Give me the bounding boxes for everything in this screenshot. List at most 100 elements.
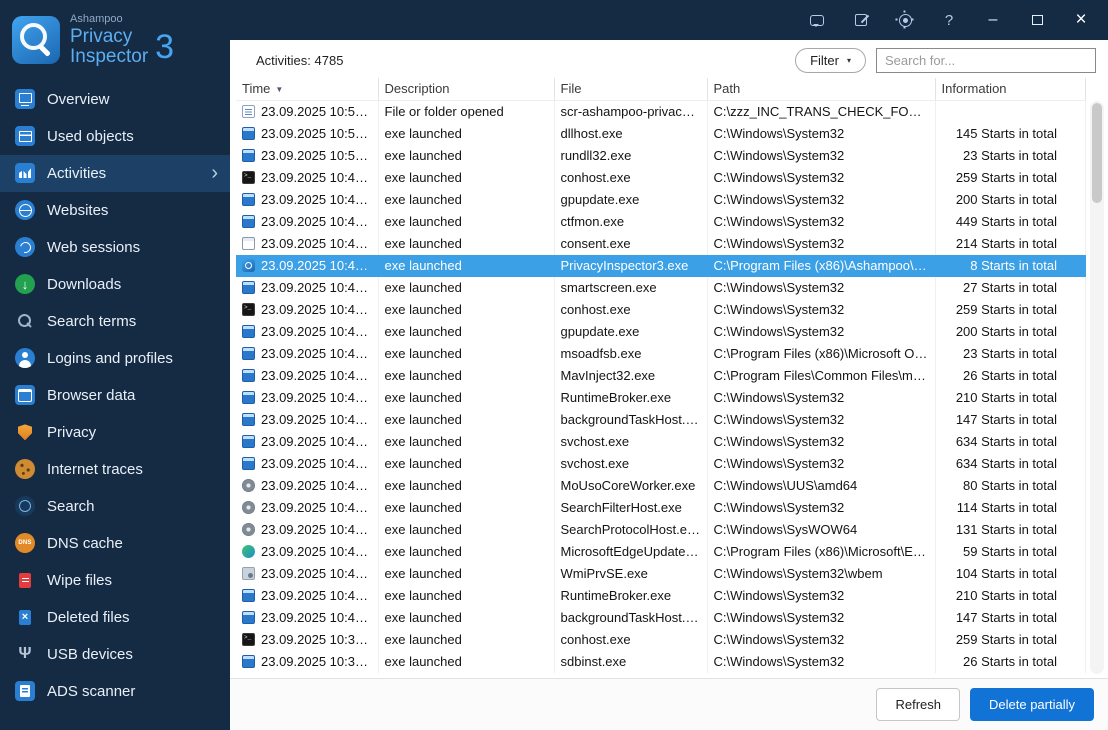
sidebar-item-label: ADS scanner <box>47 682 136 700</box>
table-row[interactable]: 23.09.2025 10:50:02 exe launched rundll32.… <box>236 144 1086 167</box>
sidebar-item-activities[interactable]: Activities › <box>0 154 230 192</box>
table-row[interactable]: 23.09.2025 10:42:50 exe launched svchost.e… <box>236 452 1086 475</box>
sidebar-item-search[interactable]: Search <box>0 488 230 525</box>
cell-file: conhost.exe <box>554 298 708 321</box>
sidebar-item-used-objects[interactable]: Used objects <box>0 118 230 155</box>
refresh-button[interactable]: Refresh <box>876 688 960 721</box>
internet-traces-icon <box>15 459 35 480</box>
sidebar-item-privacy[interactable]: Privacy <box>0 414 230 451</box>
table-row[interactable]: 23.09.2025 10:48:58 exe launched gpupdate.… <box>236 188 1086 211</box>
cell-file: consent.exe <box>554 232 708 255</box>
table-row[interactable]: 23.09.2025 10:41:04 exe launched WmiPrvSE.… <box>236 562 1086 585</box>
table-row[interactable]: 23.09.2025 10:39:06 exe launched sdbinst.e… <box>236 650 1086 673</box>
cell-description: exe launched <box>378 254 555 277</box>
table-row[interactable]: 23.09.2025 10:40:22 exe launched RuntimeBr… <box>236 584 1086 607</box>
chevron-right-icon: › <box>211 162 218 185</box>
overview-icon <box>15 89 35 110</box>
sidebar-item-overview[interactable]: Overview <box>0 81 230 118</box>
cell-description: exe launched <box>378 606 555 629</box>
cell-file: msoadfsb.exe <box>554 342 708 365</box>
column-header-path[interactable]: Path <box>707 78 936 101</box>
file-type-icon <box>242 589 255 602</box>
table-row[interactable]: 23.09.2025 10:43:46 exe launched MavInject… <box>236 364 1086 387</box>
table-row[interactable]: 23.09.2025 10:41:51 exe launched SearchPro… <box>236 518 1086 541</box>
file-type-icon <box>242 523 255 536</box>
sidebar-item-dns-cache[interactable]: DNS cache <box>0 525 230 562</box>
table-row[interactable]: 23.09.2025 10:42:50 exe launched RuntimeBr… <box>236 386 1086 409</box>
table-row[interactable]: 23.09.2025 10:47:38 exe launched smartscre… <box>236 276 1086 299</box>
column-header-time[interactable]: Time ▼ <box>236 78 379 101</box>
table-row[interactable]: 23.09.2025 10:46:18 exe launched gpupdate.… <box>236 320 1086 343</box>
sidebar-item-ads-scanner[interactable]: ADS scanner <box>0 673 230 710</box>
table-row[interactable]: 23.09.2025 10:39:06exe launchedconhost.e… <box>236 628 1086 651</box>
search-input[interactable] <box>876 47 1096 73</box>
cell-path: C:\Windows\System32 <box>707 232 936 255</box>
sidebar-item-downloads[interactable]: Downloads <box>0 266 230 303</box>
table-row[interactable]: 23.09.2025 10:47:38 exe launched consent.e… <box>236 232 1086 255</box>
sidebar-item-websites[interactable]: Websites <box>0 192 230 229</box>
table-row[interactable]: 23.09.2025 10:40:22 exe launched backgroun… <box>236 606 1086 629</box>
time-text: 23.09.2025 10:42:50 <box>261 412 378 427</box>
cell-path: C:\Windows\System32 <box>707 188 936 211</box>
table-row[interactable]: 23.09.2025 10:50:20 File or folder opened… <box>236 100 1086 123</box>
cell-file: SearchFilterHost.exe <box>554 496 708 519</box>
vertical-scrollbar[interactable] <box>1090 101 1104 674</box>
cell-time: 23.09.2025 10:50:20 <box>236 100 379 123</box>
settings-button[interactable] <box>896 11 914 29</box>
sidebar-item-label: Search terms <box>47 312 137 330</box>
close-button[interactable]: × <box>1072 9 1090 30</box>
file-type-icon <box>242 633 255 646</box>
cell-information: 259 Starts in total <box>935 628 1086 651</box>
delete-partially-button[interactable]: Delete partially <box>970 688 1094 721</box>
feedback-button[interactable] <box>808 11 826 29</box>
table-row[interactable]: 23.09.2025 10:42:50 exe launched svchost.e… <box>236 430 1086 453</box>
column-header-desc[interactable]: Description <box>378 78 555 101</box>
cell-path: C:\Windows\System32\wbem <box>707 562 936 585</box>
table-row[interactable]: 23.09.2025 10:42:50 exe launched backgroun… <box>236 408 1086 431</box>
cell-file: SearchProtocolHost.exe <box>554 518 708 541</box>
table-row[interactable]: 23.09.2025 10:48:58exe launchedconhost.e… <box>236 166 1086 189</box>
notes-button[interactable] <box>852 11 870 29</box>
cell-description: exe launched <box>378 628 555 651</box>
table-row[interactable]: 23.09.2025 10:42:50 exe launched MoUsoCore… <box>236 474 1086 497</box>
table-row[interactable]: 23.09.2025 10:43:46 exe launched msoadfsb.… <box>236 342 1086 365</box>
scrollbar-thumb[interactable] <box>1092 103 1102 203</box>
cell-description: exe launched <box>378 342 555 365</box>
cell-information: 147 Starts in total <box>935 606 1086 629</box>
column-header-file[interactable]: File <box>554 78 708 101</box>
table-row[interactable]: 23.09.2025 10:46:18exe launchedconhost.e… <box>236 298 1086 321</box>
column-header-info[interactable]: Information <box>935 78 1086 101</box>
help-button[interactable]: ? <box>940 11 958 29</box>
table-row[interactable]: 23.09.2025 10:50:04 exe launched dllhost.e… <box>236 122 1086 145</box>
cell-description: exe launched <box>378 408 555 431</box>
table-row[interactable]: 23.09.2025 10:41:48 exe launched Microsoft… <box>236 540 1086 563</box>
cell-information <box>935 100 1086 123</box>
sidebar-item-deleted-files[interactable]: Deleted files <box>0 599 230 636</box>
maximize-button[interactable] <box>1028 11 1046 29</box>
privacy-icon <box>15 422 35 442</box>
sidebar-item-wipe-files[interactable]: Wipe files <box>0 562 230 599</box>
table-row[interactable]: 23.09.2025 10:47:38 exe launched ctfmon.ex… <box>236 210 1086 233</box>
time-text: 23.09.2025 10:47:38 <box>261 280 378 295</box>
sidebar-item-browser-data[interactable]: Browser data <box>0 377 230 414</box>
app-title-line1: Privacy <box>70 26 133 47</box>
sidebar-item-usb-devices[interactable]: USB devices <box>0 636 230 673</box>
sidebar-item-logins-and-profiles[interactable]: Logins and profiles <box>0 340 230 377</box>
cell-time: 23.09.2025 10:47:38 <box>236 210 379 233</box>
minimize-button[interactable]: – <box>984 11 1002 29</box>
cell-path: C:\Windows\System32 <box>707 320 936 343</box>
table-row[interactable]: 23.09.2025 10:41:51 exe launched SearchFil… <box>236 496 1086 519</box>
cell-path: C:\Windows\System32 <box>707 276 936 299</box>
time-text: 23.09.2025 10:42:50 <box>261 434 378 449</box>
table-row[interactable]: 23.09.2025 10:47:38 exe launched PrivacyIn… <box>236 254 1086 277</box>
sidebar-item-search-terms[interactable]: Search terms <box>0 303 230 340</box>
logins-and-profiles-icon <box>15 348 35 369</box>
filter-button[interactable]: Filter ▾ <box>795 47 866 73</box>
cell-description: exe launched <box>378 584 555 607</box>
sidebar-item-internet-traces[interactable]: Internet traces <box>0 451 230 488</box>
cell-time: 23.09.2025 10:42:50 <box>236 408 379 431</box>
cell-time: 23.09.2025 10:42:50 <box>236 430 379 453</box>
sidebar-item-web-sessions[interactable]: Web sessions <box>0 229 230 266</box>
cell-description: exe launched <box>378 386 555 409</box>
file-type-icon <box>242 435 255 448</box>
